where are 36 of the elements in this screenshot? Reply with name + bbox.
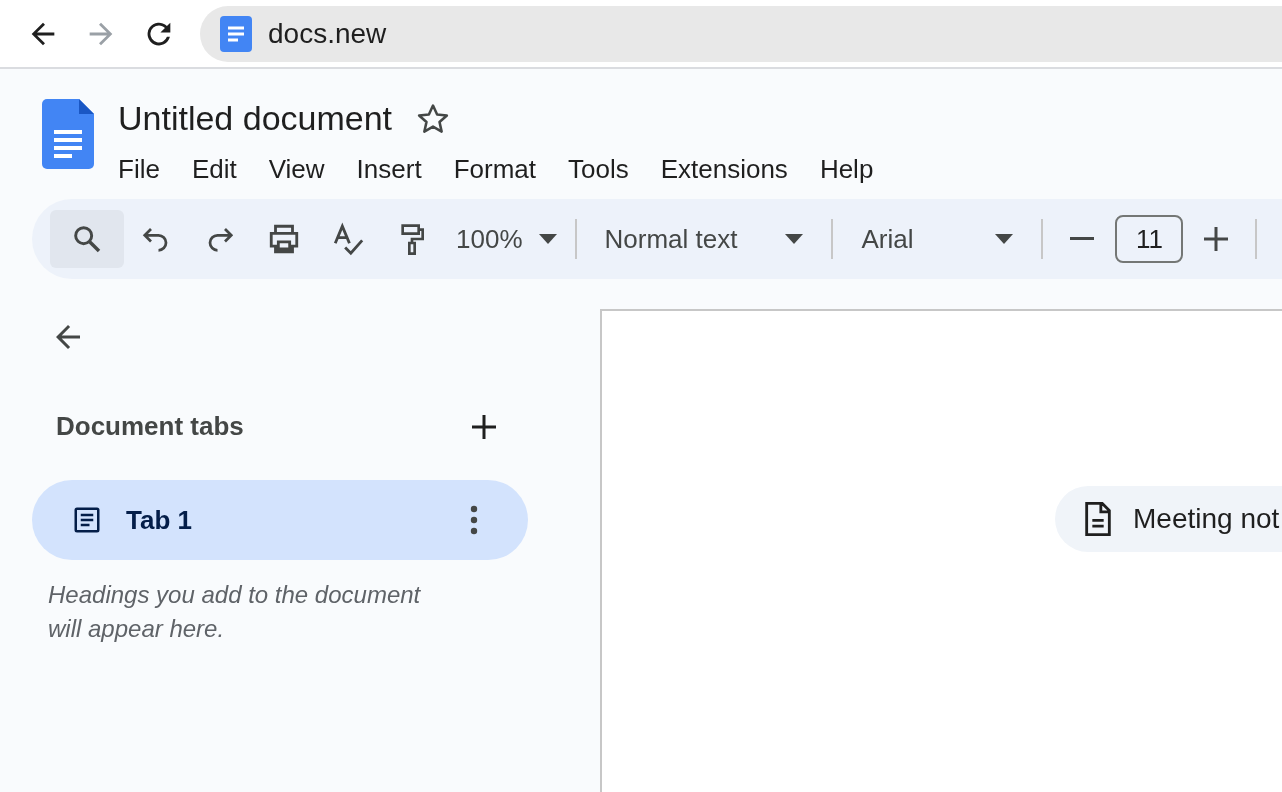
more-options-icon[interactable]: [470, 505, 478, 535]
address-bar[interactable]: docs.new: [200, 5, 1282, 62]
add-tab-button[interactable]: [472, 414, 496, 439]
caret-icon: [995, 234, 1014, 244]
caret-icon: [538, 234, 557, 244]
font-dropdown[interactable]: Arial: [847, 210, 1028, 268]
menu-item[interactable]: Edit: [175, 150, 253, 189]
search-button[interactable]: [50, 210, 124, 268]
print-icon: [267, 222, 301, 256]
document-icon: [220, 15, 252, 52]
menu-item[interactable]: Format: [437, 150, 552, 189]
document-title[interactable]: Untitled document: [118, 93, 393, 144]
style-dropdown[interactable]: Normal text: [590, 210, 818, 268]
document-icon: [1083, 502, 1113, 536]
font-size-field[interactable]: 11: [1115, 215, 1184, 263]
docs-logo-icon: [42, 99, 94, 169]
star-button[interactable]: [416, 101, 451, 136]
menu-item[interactable]: Insert: [340, 150, 438, 189]
spellcheck-icon: [331, 222, 365, 256]
caret-icon: [785, 234, 804, 244]
minus-icon: [1070, 237, 1095, 241]
search-icon: [71, 223, 103, 255]
menu-item[interactable]: Extensions: [644, 150, 804, 189]
plus-icon: [1204, 227, 1229, 251]
menu-item[interactable]: Help: [803, 150, 890, 189]
menu-item[interactable]: File: [102, 150, 176, 189]
url-text: docs.new: [268, 16, 387, 51]
sidebar-heading: Document tabs: [56, 410, 244, 443]
menu-item[interactable]: Tools: [552, 150, 645, 189]
template-chip[interactable]: Meeting not: [1055, 486, 1282, 552]
document-icon: [72, 505, 102, 535]
document-page[interactable]: Meeting not: [600, 309, 1282, 792]
zoom-dropdown[interactable]: 100%: [452, 210, 561, 268]
hint-text: Headings you add to the document will appear here.: [48, 580, 422, 644]
document-tab[interactable]: Tab 1: [32, 480, 528, 560]
menu-item[interactable]: View: [252, 150, 341, 189]
